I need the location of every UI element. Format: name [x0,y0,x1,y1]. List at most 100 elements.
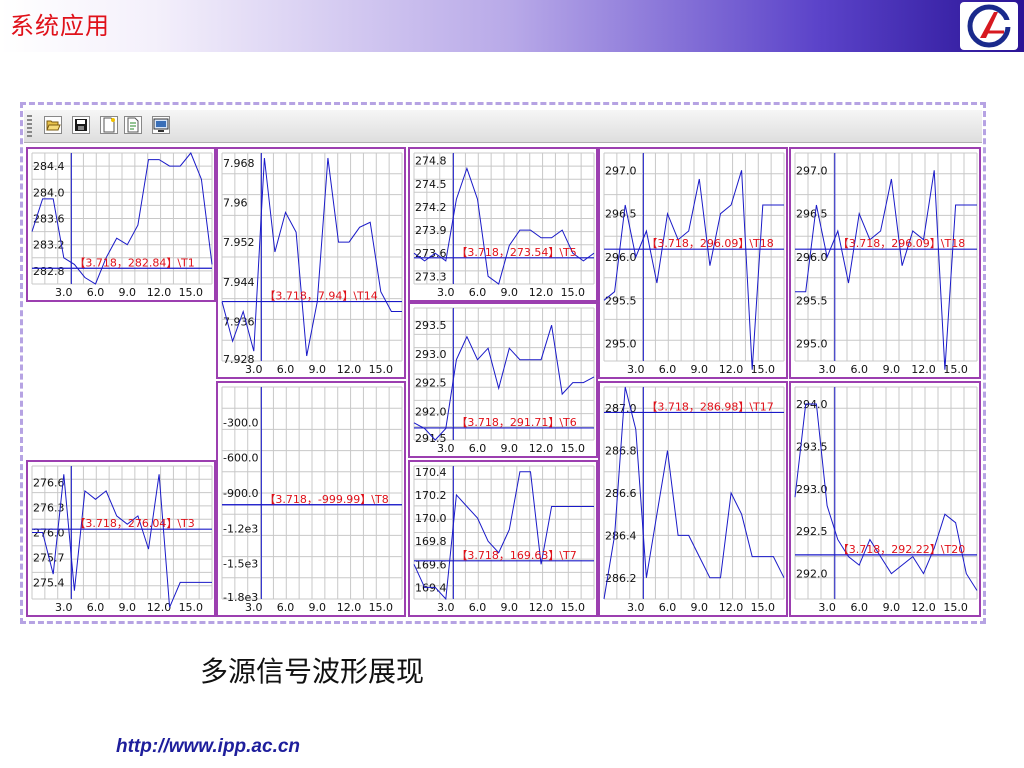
x-tick-label: 6.0 [87,286,105,299]
x-tick-label: 15.0 [561,286,586,299]
y-tick-label: -300.0 [223,416,258,429]
x-tick-label: 12.0 [337,601,362,614]
waveform-panel[interactable]: 274.8 274.5 274.2 273.9 273.6 273.3 3.0 6.0 9.0 1… [408,147,598,302]
save-button[interactable] [72,116,90,134]
x-tick-label: 9.0 [119,601,137,614]
x-tick-label: 12.0 [719,601,744,614]
footer-url-link[interactable]: http://www.ipp.ac.cn [116,736,300,758]
y-tick-label: 273.9 [415,224,447,237]
waveform-panel[interactable]: 7.968 7.96 7.952 7.944 7.936 7.928 3.0 6.0 9.0 12… [216,147,406,379]
cursor-value-label: 【3.718，169.63】\T7 [456,549,576,562]
y-tick-label: 297.0 [605,164,637,177]
x-tick-label: 12.0 [911,363,936,376]
x-tick-label: 3.0 [627,601,645,614]
y-tick-label: 274.2 [415,201,447,214]
slide-header: 系统应用 [0,0,1024,52]
y-tick-label: 276.6 [33,477,65,490]
y-tick-label: 283.2 [33,239,65,252]
monitor-icon [153,118,169,132]
waveform-panel[interactable]: 297.0 296.5 296.0 295.5 295.0 3.0 6.0 9.0 12.0 15… [789,147,981,379]
x-tick-label: 9.0 [501,601,519,614]
waveform-chart: 293.5293.0292.5292.0291.53.0 6.0 9.0 12.0 15… [413,307,595,455]
y-tick-label: 297.0 [796,164,828,177]
institute-logo [960,2,1018,50]
y-tick-label: 286.6 [605,487,637,500]
x-tick-label: 9.0 [691,601,709,614]
x-tick-label: 6.0 [850,601,868,614]
waveform-panel[interactable]: 297.0 296.5 296.0 295.5 295.0 3.0 6.0 9.0 12.0 15… [598,147,788,379]
waveform-chart: 297.0296.5296.0295.5295.03.0 6.0 9.0 12.0 15… [603,152,785,376]
waveform-panel[interactable]: 293.5 293.0 292.5 292.0 291.5 3.0 6.0 9.0 12.0 15… [408,302,598,458]
y-tick-label: 293.0 [415,348,447,361]
y-tick-label: 170.4 [415,466,447,479]
x-tick-label: 6.0 [659,601,677,614]
x-tick-label: 15.0 [179,286,204,299]
x-tick-label: 15.0 [561,601,586,614]
waveform-panel[interactable]: 287.0 286.8 286.6 286.4 286.2 3.0 6.0 9.0 12.0 15… [598,381,788,617]
y-tick-label: -600.0 [223,452,258,465]
waveform-panel[interactable]: -300.0 -600.0 -900.0 -1.2e3 -1.5e3 -1.8e3 3.0 6… [216,381,406,617]
y-tick-label: 274.5 [415,178,447,191]
y-tick-label: 295.5 [796,294,828,307]
waveform-panel[interactable]: 170.4 170.2 170.0 169.8 169.6 169.4 3.0 6.0 9.0 1… [408,460,598,617]
x-tick-label: 3.0 [627,363,645,376]
cursor-value-label: 【3.718，291.71】\T6 [456,416,576,429]
cursor-value-label: 【3.718，-999.99】\T8 [264,493,388,506]
x-tick-label: 6.0 [87,601,105,614]
waveform-chart: 284.4284.0283.6283.2282.83.0 6.0 9.0 12.0 15… [31,152,213,299]
waveform-chart: 7.9687.967.9527.9447.9367.9283.0 6.0 9.0 12… [221,152,403,376]
y-tick-label: 282.8 [33,265,65,278]
y-tick-label: 7.952 [223,236,255,249]
x-tick-label: 3.0 [245,601,263,614]
x-tick-label: 3.0 [55,601,73,614]
y-tick-label: 273.3 [415,270,447,283]
waveform-chart: 297.0296.5296.0295.5295.03.0 6.0 9.0 12.0 15… [794,152,978,376]
y-tick-label: 275.4 [33,576,65,589]
edit-document-button[interactable] [124,116,142,134]
x-tick-label: 12.0 [529,286,554,299]
waveform-panel[interactable]: 294.0 293.5 293.0 292.5 292.0 3.0 6.0 9.0 12.0 15… [789,381,981,617]
y-tick-label: 286.4 [605,529,637,542]
cursor-value-label: 【3.718，7.94】\T14 [264,290,377,303]
y-tick-label: 169.4 [415,581,447,594]
waveform-chart: 276.6276.3276.0275.7275.43.0 6.0 9.0 12.0 15… [31,465,213,614]
x-tick-label: 3.0 [818,601,836,614]
y-tick-label: 296.5 [796,208,828,221]
waveform-chart: 287.0286.8286.6286.4286.23.0 6.0 9.0 12.0 15… [603,386,785,614]
y-tick-label: 293.0 [796,483,828,496]
x-tick-label: 15.0 [751,363,776,376]
slide-caption: 多源信号波形展现 [200,655,425,688]
waveform-panel[interactable]: 276.6 276.3 276.0 275.7 275.4 3.0 6.0 9.0 12.0 15… [26,460,216,617]
y-tick-label: 295.0 [605,338,637,351]
y-tick-label: 170.2 [415,489,447,502]
new-document-button[interactable] [100,116,118,134]
x-tick-label: 12.0 [719,363,744,376]
x-tick-label: 15.0 [369,601,394,614]
x-tick-label: 6.0 [659,363,677,376]
x-tick-label: 15.0 [179,601,204,614]
x-tick-label: 3.0 [818,363,836,376]
y-tick-label: 286.2 [605,572,637,585]
y-tick-label: 274.8 [415,155,447,168]
slide-title: 系统应用 [10,12,110,40]
y-tick-label: 292.0 [415,405,447,418]
cursor-value-label: 【3.718，286.98】\T17 [646,400,773,413]
x-tick-label: 3.0 [55,286,73,299]
institute-logo-icon [967,4,1011,48]
open-folder-icon [46,120,61,131]
x-tick-label: 15.0 [369,363,394,376]
waveform-panel[interactable]: 284.4 284.0 283.6 283.2 282.8 3.0 6.0 9.0 12.0 15… [26,147,216,302]
open-folder-button[interactable] [44,116,62,134]
monitor-button[interactable] [152,116,170,134]
x-tick-label: 6.0 [277,363,295,376]
y-tick-label: 296.5 [605,208,637,221]
y-tick-label: 170.0 [415,512,447,525]
x-tick-label: 3.0 [437,601,455,614]
toolbar-grip-handle[interactable] [27,115,32,137]
x-tick-label: 12.0 [337,363,362,376]
x-tick-label: 15.0 [751,601,776,614]
x-tick-label: 15.0 [943,601,968,614]
y-tick-label: 292.0 [796,568,828,581]
cursor-value-label: 【3.718，276.04】\T3 [74,517,194,530]
x-tick-label: 6.0 [850,363,868,376]
